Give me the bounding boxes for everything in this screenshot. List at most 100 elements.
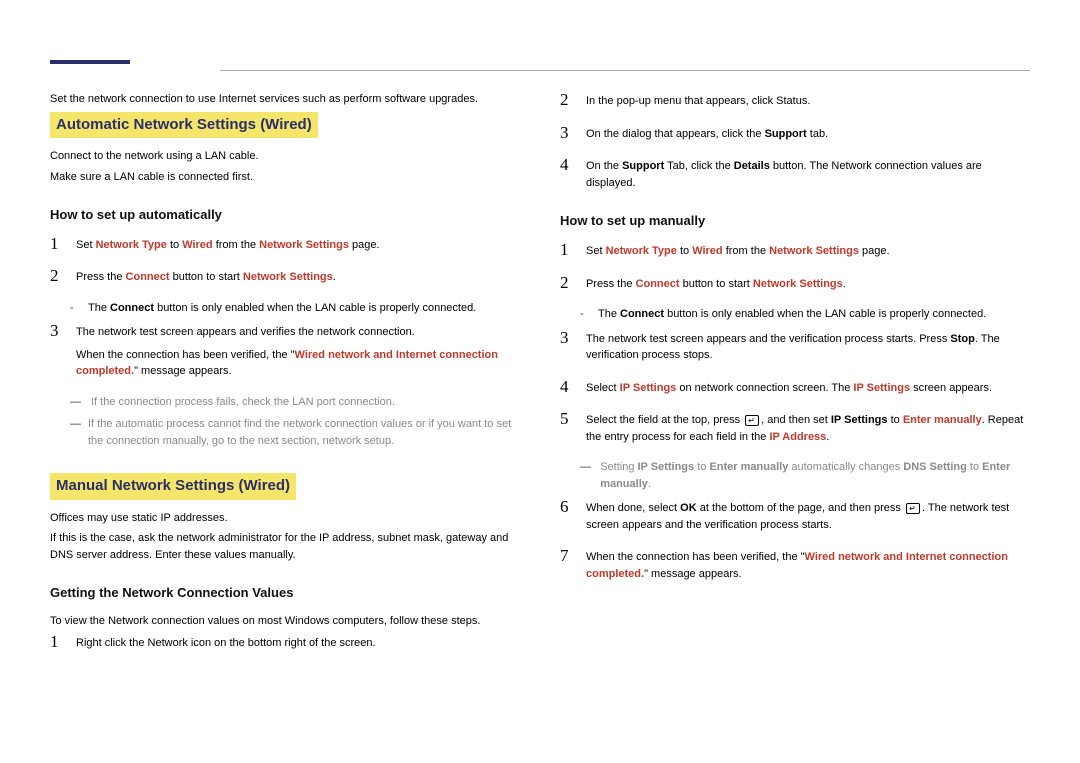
t: Wired [182, 239, 212, 251]
t: page. [859, 245, 890, 257]
manual-step-2-dash: - The Connect button is only enabled whe… [580, 306, 1030, 323]
t: The [598, 308, 620, 320]
step-body: The network test screen appears and veri… [76, 322, 520, 380]
t: button is only enabled when the LAN cabl… [664, 308, 986, 320]
step-number: 1 [50, 633, 64, 652]
t: Tab, click the [664, 160, 734, 172]
t: from the [723, 245, 769, 257]
t: Wired [692, 245, 722, 257]
t: to [167, 239, 182, 251]
subheading-getting: Getting the Network Connection Values [50, 583, 520, 603]
t: Details [734, 160, 770, 172]
t: Connect [126, 271, 170, 283]
left-column: Set the network connection to use Intern… [50, 91, 520, 666]
step-body: Press the Connect button to start Networ… [76, 267, 520, 286]
t: In the pop-up menu that appears, click S… [586, 91, 1030, 110]
t: Network Type [606, 245, 677, 257]
t: . [826, 431, 829, 443]
dash: ― [70, 394, 81, 411]
step-number: 6 [560, 498, 574, 517]
manual-step-7: 7 When the connection has been verified,… [560, 547, 1030, 582]
t: IP Settings [620, 382, 677, 394]
t: Press the [586, 278, 636, 290]
t: to [888, 414, 903, 426]
dash-body: The Connect button is only enabled when … [598, 306, 986, 323]
auto-p2: Make sure a LAN cable is connected first… [50, 169, 520, 186]
auto-step-2-dash: - The Connect button is only enabled whe… [70, 300, 520, 317]
t: Network Settings [243, 271, 333, 283]
t: screen appears. [910, 382, 992, 394]
t: Setting [600, 461, 637, 473]
manual-p2: If this is the case, ask the network adm… [50, 530, 520, 563]
t: OK [680, 502, 697, 514]
page-columns: Set the network connection to use Intern… [50, 91, 1030, 666]
manual-p1: Offices may use static IP addresses. [50, 510, 520, 527]
t: button to start [170, 271, 243, 283]
header-accent [50, 60, 130, 64]
step-body: Select the field at the top, press , and… [586, 410, 1030, 445]
t: When the connection has been verified, t… [76, 347, 520, 380]
t: Connect [636, 278, 680, 290]
t: On the dialog that appears, click the [586, 128, 765, 140]
subheading-manual-setup: How to set up manually [560, 211, 1030, 231]
t: Network Type [96, 239, 167, 251]
t: " message appears. [134, 365, 231, 377]
step-number: 4 [560, 156, 574, 175]
step-number: 7 [560, 547, 574, 566]
manual-step-4: 4 Select IP Settings on network connecti… [560, 378, 1030, 397]
step-body: On the Support Tab, click the Details bu… [586, 156, 1030, 191]
subheading-auto: How to set up automatically [50, 205, 520, 225]
t: Set [586, 245, 606, 257]
t: DNS Setting [903, 461, 967, 473]
step-number: 3 [560, 329, 574, 348]
manual-step-5: 5 Select the field at the top, press , a… [560, 410, 1030, 445]
auto-step-1: 1 Set Network Type to Wired from the Net… [50, 235, 520, 254]
manual-step-2: 2 Press the Connect button to start Netw… [560, 274, 1030, 293]
t: to [677, 245, 692, 257]
t: The network test screen appears and veri… [76, 324, 520, 341]
step-body: The network test screen appears and the … [586, 329, 1030, 364]
step-body: Press the Connect button to start Networ… [586, 274, 1030, 293]
t: The [88, 302, 110, 314]
heading-auto: Automatic Network Settings (Wired) [50, 112, 318, 139]
step-number: 4 [560, 378, 574, 397]
step-number: 2 [560, 274, 574, 293]
t: IP Settings [853, 382, 910, 394]
t: The network test screen appears and the … [586, 333, 950, 345]
t: automatically changes [788, 461, 903, 473]
dash-body: Setting IP Settings to Enter manually au… [600, 459, 1030, 492]
manual-step-1: 1 Set Network Type to Wired from the Net… [560, 241, 1030, 260]
t: When the connection has been verified, t… [76, 349, 295, 361]
auto-grey-2: ― If the automatic process cannot find t… [70, 416, 520, 449]
right-column: 2 In the pop-up menu that appears, click… [560, 91, 1030, 666]
t: button is only enabled when the LAN cabl… [154, 302, 476, 314]
step-body: Set Network Type to Wired from the Netwo… [76, 235, 520, 254]
t: from the [213, 239, 259, 251]
t: page. [349, 239, 380, 251]
dash-body: The Connect button is only enabled when … [88, 300, 476, 317]
auto-grey-1: ― If the connection process fails, check… [70, 394, 520, 411]
t: Press the [76, 271, 126, 283]
dash: - [70, 300, 78, 317]
t: Network Settings [259, 239, 349, 251]
manual-step-6: 6 When done, select OK at the bottom of … [560, 498, 1030, 533]
t: On the [586, 160, 622, 172]
getting-step-1: 1 Right click the Network icon on the bo… [50, 633, 520, 652]
header-rule [220, 70, 1030, 71]
getting-step-4: 4 On the Support Tab, click the Details … [560, 156, 1030, 191]
step-number: 3 [50, 322, 64, 341]
getting-step-3: 3 On the dialog that appears, click the … [560, 124, 1030, 143]
intro-text: Set the network connection to use Intern… [50, 91, 520, 108]
t: IP Settings [831, 414, 888, 426]
t: button to start [680, 278, 753, 290]
t: Set [76, 239, 96, 251]
t: Select the field at the top, press [586, 414, 743, 426]
t: IP Settings [638, 461, 695, 473]
enter-icon [745, 415, 759, 426]
enter-icon [906, 503, 920, 514]
t: When done, select [586, 502, 680, 514]
step-body: Select IP Settings on network connection… [586, 378, 1030, 397]
getting-p: To view the Network connection values on… [50, 613, 520, 630]
t: Right click the Network icon on the bott… [76, 633, 520, 652]
step-body: On the dialog that appears, click the Su… [586, 124, 1030, 143]
